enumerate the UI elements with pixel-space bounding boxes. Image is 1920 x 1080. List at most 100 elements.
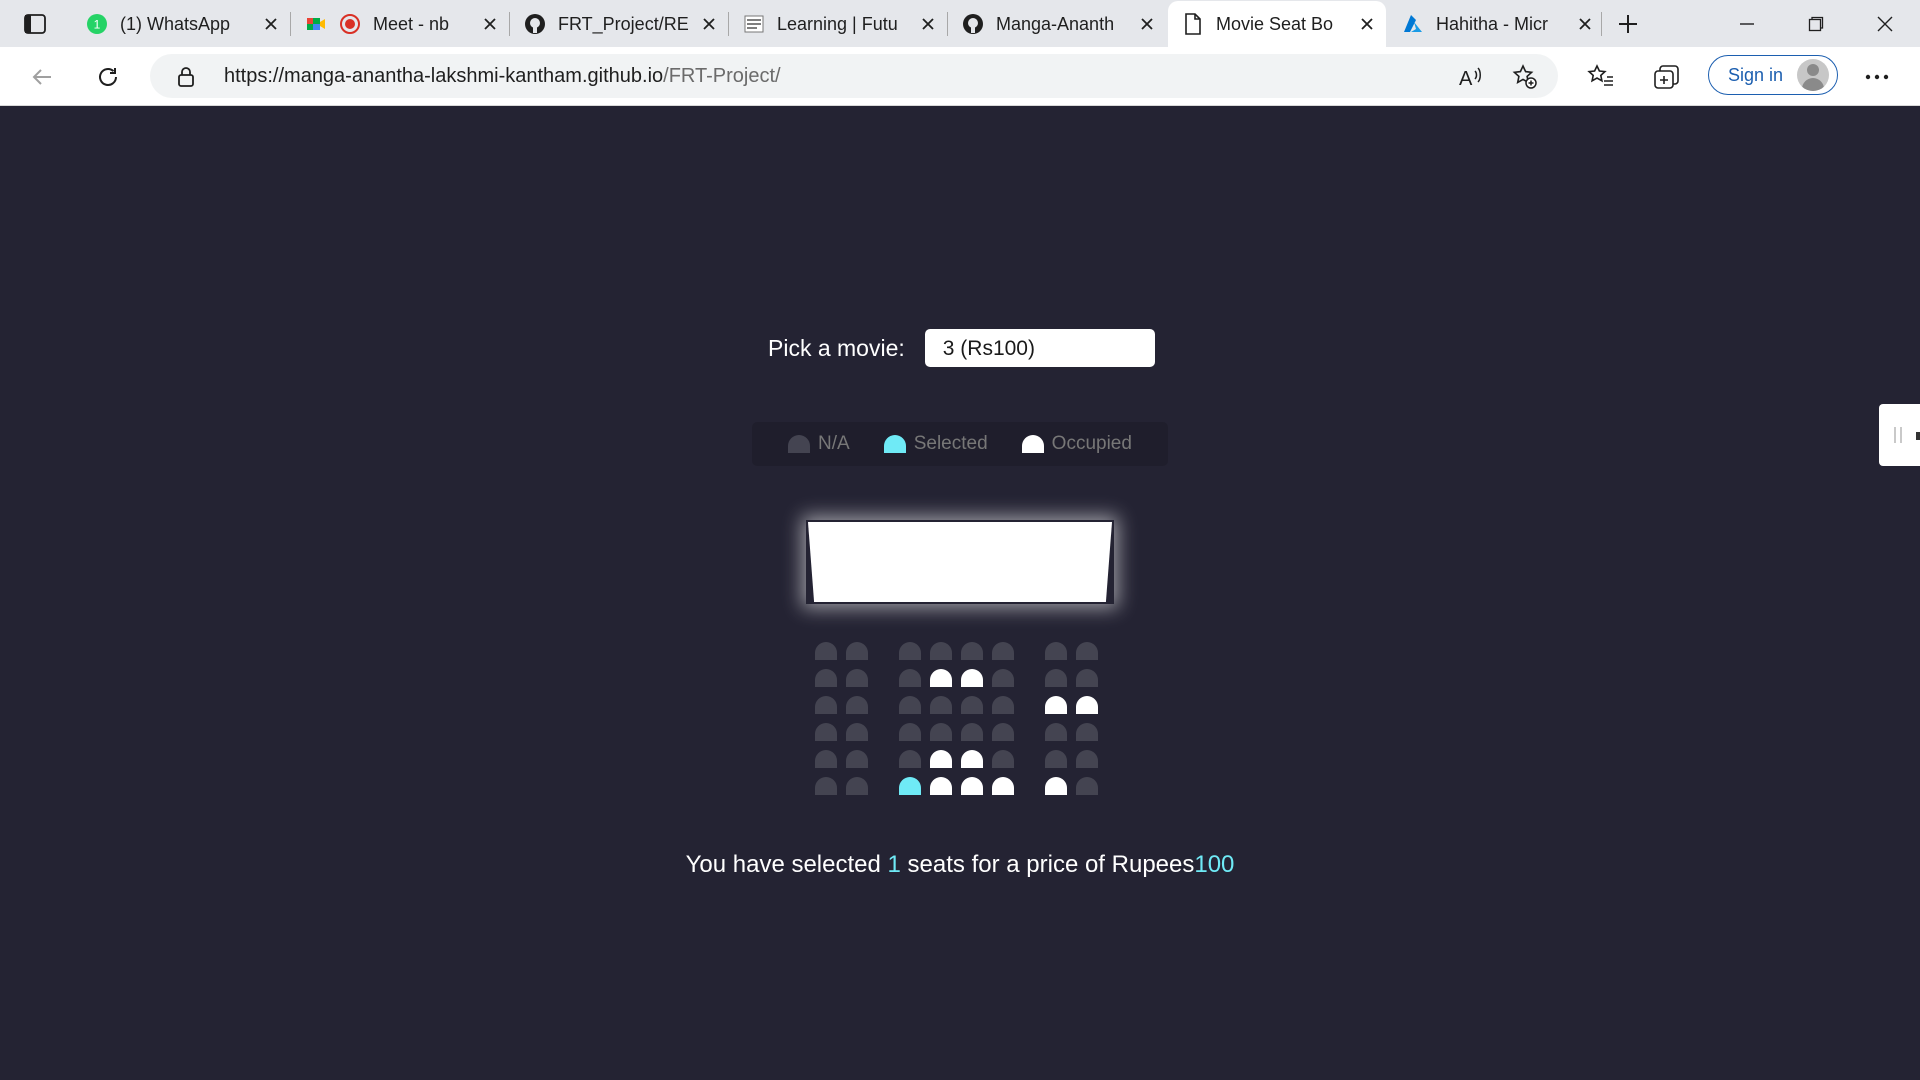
tab-separator xyxy=(1601,12,1602,36)
seat-occupied xyxy=(930,750,952,768)
seat-row xyxy=(815,777,1107,795)
legend-na: N/A xyxy=(788,433,850,455)
seat-row xyxy=(815,696,1107,714)
svg-text:1: 1 xyxy=(94,18,101,32)
seat[interactable] xyxy=(815,642,837,660)
tab-movie-seat-booking[interactable]: Movie Seat Bo xyxy=(1168,1,1386,47)
google-meet-icon xyxy=(305,13,327,35)
seat-grid xyxy=(815,642,1107,804)
seat-row xyxy=(815,750,1107,768)
tab-manga-ananth-github[interactable]: Manga-Ananth xyxy=(948,5,1166,43)
url-path: /FRT-Project/ xyxy=(663,65,781,87)
seat[interactable] xyxy=(992,723,1014,741)
read-aloud-icon[interactable]: A xyxy=(1458,64,1484,90)
seat[interactable] xyxy=(961,696,983,714)
seat-selected[interactable] xyxy=(899,777,921,795)
tab-whatsapp[interactable]: 1 (1) WhatsApp xyxy=(72,5,290,43)
seat[interactable] xyxy=(930,642,952,660)
more-options-icon[interactable] xyxy=(1862,62,1892,92)
sign-in-button[interactable]: Sign in xyxy=(1708,55,1838,95)
selection-summary: You have selected 1 seats for a price of… xyxy=(0,851,1920,879)
legend-occupied: Occupied xyxy=(1021,433,1132,455)
seat[interactable] xyxy=(992,669,1014,687)
sidebar-toggle-handle[interactable] xyxy=(1879,404,1920,466)
seat[interactable] xyxy=(1076,723,1098,741)
close-window-icon[interactable] xyxy=(1862,8,1908,40)
seat[interactable] xyxy=(815,723,837,741)
favorites-icon[interactable] xyxy=(1586,62,1616,92)
tab-meet[interactable]: Meet - nb xyxy=(291,5,509,43)
seat[interactable] xyxy=(1045,750,1067,768)
seat[interactable] xyxy=(1076,777,1098,795)
movie-select[interactable]: 3 (Rs100) xyxy=(924,329,1155,367)
collections-icon[interactable] xyxy=(1652,62,1682,92)
summary-prefix: You have selected xyxy=(685,851,888,878)
seat[interactable] xyxy=(992,696,1014,714)
legend-selected-label: Selected xyxy=(913,433,988,454)
seat[interactable] xyxy=(846,723,868,741)
seat[interactable] xyxy=(930,723,952,741)
seat-row xyxy=(815,723,1107,741)
seat[interactable] xyxy=(961,723,983,741)
seat[interactable] xyxy=(1076,750,1098,768)
total-price: 100 xyxy=(1194,851,1235,878)
seat[interactable] xyxy=(1045,642,1067,660)
address-bar[interactable]: https://manga-anantha-lakshmi-kantham.gi… xyxy=(150,54,1558,98)
seat[interactable] xyxy=(930,696,952,714)
seat[interactable] xyxy=(899,642,921,660)
legend-seat-na-icon xyxy=(788,435,811,453)
tab-title: Meet - nb xyxy=(373,13,450,34)
seat[interactable] xyxy=(899,696,921,714)
seat[interactable] xyxy=(815,750,837,768)
tab-actions-icon[interactable] xyxy=(17,8,53,40)
seat[interactable] xyxy=(846,777,868,795)
seat[interactable] xyxy=(846,669,868,687)
seat-occupied xyxy=(1076,696,1098,714)
seat[interactable] xyxy=(815,696,837,714)
close-icon[interactable] xyxy=(919,15,937,33)
close-icon[interactable] xyxy=(1358,15,1376,33)
refresh-icon[interactable] xyxy=(90,59,126,95)
minimize-icon[interactable] xyxy=(1724,8,1770,40)
seat[interactable] xyxy=(899,750,921,768)
seat[interactable] xyxy=(1076,642,1098,660)
tab-frt-project-readme[interactable]: FRT_Project/RE xyxy=(510,5,728,43)
seat[interactable] xyxy=(899,669,921,687)
seat[interactable] xyxy=(1045,723,1067,741)
close-icon[interactable] xyxy=(700,15,718,33)
new-tab-plus-icon[interactable] xyxy=(1612,8,1644,40)
seat-occupied xyxy=(961,669,983,687)
back-arrow-icon[interactable] xyxy=(24,59,60,95)
seat[interactable] xyxy=(992,750,1014,768)
seat[interactable] xyxy=(846,642,868,660)
close-icon[interactable] xyxy=(1576,15,1594,33)
restore-icon[interactable] xyxy=(1793,8,1839,40)
add-favorite-icon[interactable] xyxy=(1512,64,1538,90)
lock-icon[interactable] xyxy=(176,66,196,87)
svg-text:A: A xyxy=(1459,68,1473,89)
summary-middle: seats for a price of Rupees xyxy=(900,851,1195,878)
picker-label: Pick a movie: xyxy=(768,334,905,361)
tab-learning[interactable]: Learning | Futu xyxy=(729,5,947,43)
close-icon[interactable] xyxy=(1138,15,1156,33)
movie-seat-booking-page: Pick a movie: 3 (Rs100) N/A Selected Occ… xyxy=(0,106,1920,1080)
seat[interactable] xyxy=(899,723,921,741)
seat[interactable] xyxy=(1045,669,1067,687)
seat[interactable] xyxy=(846,696,868,714)
seat[interactable] xyxy=(961,642,983,660)
close-icon[interactable] xyxy=(481,15,499,33)
close-icon[interactable] xyxy=(262,15,280,33)
seat[interactable] xyxy=(992,642,1014,660)
avatar-icon xyxy=(1797,59,1830,91)
cinema-screen xyxy=(808,522,1112,602)
seat[interactable] xyxy=(1076,669,1098,687)
edge-marker xyxy=(1916,432,1920,440)
seat[interactable] xyxy=(815,777,837,795)
learning-site-icon xyxy=(743,13,765,35)
selected-count: 1 xyxy=(887,851,901,878)
seat[interactable] xyxy=(815,669,837,687)
url-text[interactable]: https://manga-anantha-lakshmi-kantham.gi… xyxy=(224,65,781,88)
seat[interactable] xyxy=(846,750,868,768)
page-icon xyxy=(1182,13,1204,35)
tab-hahitha-azure[interactable]: Hahitha - Micr xyxy=(1388,5,1604,43)
